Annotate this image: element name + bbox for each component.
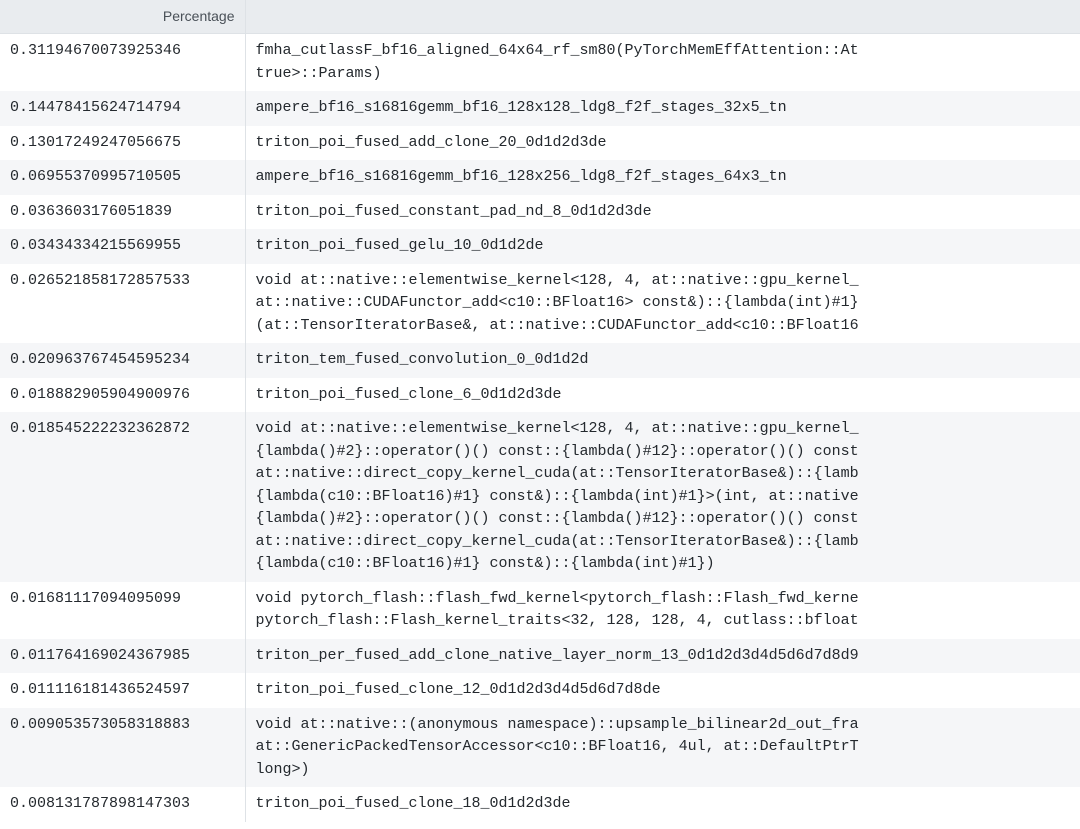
kernel-name-cell: void pytorch_flash::flash_fwd_kernel<pyt… bbox=[245, 582, 1080, 639]
table-row[interactable]: 0.31194670073925346fmha_cutlassF_bf16_al… bbox=[0, 34, 1080, 92]
table-row[interactable]: 0.13017249247056675triton_poi_fused_add_… bbox=[0, 126, 1080, 161]
kernel-name-cell: triton_poi_fused_gelu_10_0d1d2de bbox=[245, 229, 1080, 264]
percentage-cell: 0.06955370995710505 bbox=[0, 160, 245, 195]
table-row[interactable]: 0.020963767454595234triton_tem_fused_con… bbox=[0, 343, 1080, 378]
percentage-cell: 0.14478415624714794 bbox=[0, 91, 245, 126]
kernel-percentage-table: Percentage 0.31194670073925346fmha_cutla… bbox=[0, 0, 1080, 822]
percentage-cell: 0.008131787898147303 bbox=[0, 787, 245, 822]
table-body: 0.31194670073925346fmha_cutlassF_bf16_al… bbox=[0, 34, 1080, 822]
kernel-name-cell: triton_poi_fused_clone_6_0d1d2d3de bbox=[245, 378, 1080, 413]
table-row[interactable]: 0.018545222232362872void at::native::ele… bbox=[0, 412, 1080, 582]
table-header-row: Percentage bbox=[0, 0, 1080, 34]
percentage-cell: 0.009053573058318883 bbox=[0, 708, 245, 788]
column-header-kernel[interactable] bbox=[245, 0, 1080, 34]
table-row[interactable]: 0.026521858172857533void at::native::ele… bbox=[0, 264, 1080, 344]
kernel-name-cell: void at::native::elementwise_kernel<128,… bbox=[245, 412, 1080, 582]
percentage-cell: 0.03434334215569955 bbox=[0, 229, 245, 264]
percentage-cell: 0.0363603176051839 bbox=[0, 195, 245, 230]
column-header-percentage[interactable]: Percentage bbox=[0, 0, 245, 34]
percentage-cell: 0.011116181436524597 bbox=[0, 673, 245, 708]
table-row[interactable]: 0.011764169024367985triton_per_fused_add… bbox=[0, 639, 1080, 674]
percentage-cell: 0.020963767454595234 bbox=[0, 343, 245, 378]
kernel-name-cell: triton_per_fused_add_clone_native_layer_… bbox=[245, 639, 1080, 674]
percentage-cell: 0.01681117094095099 bbox=[0, 582, 245, 639]
percentage-cell: 0.13017249247056675 bbox=[0, 126, 245, 161]
percentage-cell: 0.018545222232362872 bbox=[0, 412, 245, 582]
table-row[interactable]: 0.06955370995710505ampere_bf16_s16816gem… bbox=[0, 160, 1080, 195]
table-row[interactable]: 0.14478415624714794ampere_bf16_s16816gem… bbox=[0, 91, 1080, 126]
table-row[interactable]: 0.03434334215569955triton_poi_fused_gelu… bbox=[0, 229, 1080, 264]
percentage-cell: 0.026521858172857533 bbox=[0, 264, 245, 344]
kernel-name-cell: triton_poi_fused_constant_pad_nd_8_0d1d2… bbox=[245, 195, 1080, 230]
percentage-cell: 0.011764169024367985 bbox=[0, 639, 245, 674]
kernel-name-cell: ampere_bf16_s16816gemm_bf16_128x256_ldg8… bbox=[245, 160, 1080, 195]
table-row[interactable]: 0.011116181436524597triton_poi_fused_clo… bbox=[0, 673, 1080, 708]
kernel-name-cell: fmha_cutlassF_bf16_aligned_64x64_rf_sm80… bbox=[245, 34, 1080, 92]
kernel-name-cell: triton_poi_fused_clone_12_0d1d2d3d4d5d6d… bbox=[245, 673, 1080, 708]
percentage-cell: 0.31194670073925346 bbox=[0, 34, 245, 92]
profiler-table: Percentage 0.31194670073925346fmha_cutla… bbox=[0, 0, 1080, 822]
kernel-name-cell: void at::native::elementwise_kernel<128,… bbox=[245, 264, 1080, 344]
table-row[interactable]: 0.01681117094095099void pytorch_flash::f… bbox=[0, 582, 1080, 639]
kernel-name-cell: triton_poi_fused_add_clone_20_0d1d2d3de bbox=[245, 126, 1080, 161]
kernel-name-cell: void at::native::(anonymous namespace)::… bbox=[245, 708, 1080, 788]
kernel-name-cell: triton_poi_fused_clone_18_0d1d2d3de bbox=[245, 787, 1080, 822]
table-row[interactable]: 0.018882905904900976triton_poi_fused_clo… bbox=[0, 378, 1080, 413]
table-row[interactable]: 0.008131787898147303triton_poi_fused_clo… bbox=[0, 787, 1080, 822]
table-row[interactable]: 0.0363603176051839triton_poi_fused_const… bbox=[0, 195, 1080, 230]
kernel-name-cell: ampere_bf16_s16816gemm_bf16_128x128_ldg8… bbox=[245, 91, 1080, 126]
percentage-cell: 0.018882905904900976 bbox=[0, 378, 245, 413]
table-row[interactable]: 0.009053573058318883void at::native::(an… bbox=[0, 708, 1080, 788]
kernel-name-cell: triton_tem_fused_convolution_0_0d1d2d bbox=[245, 343, 1080, 378]
